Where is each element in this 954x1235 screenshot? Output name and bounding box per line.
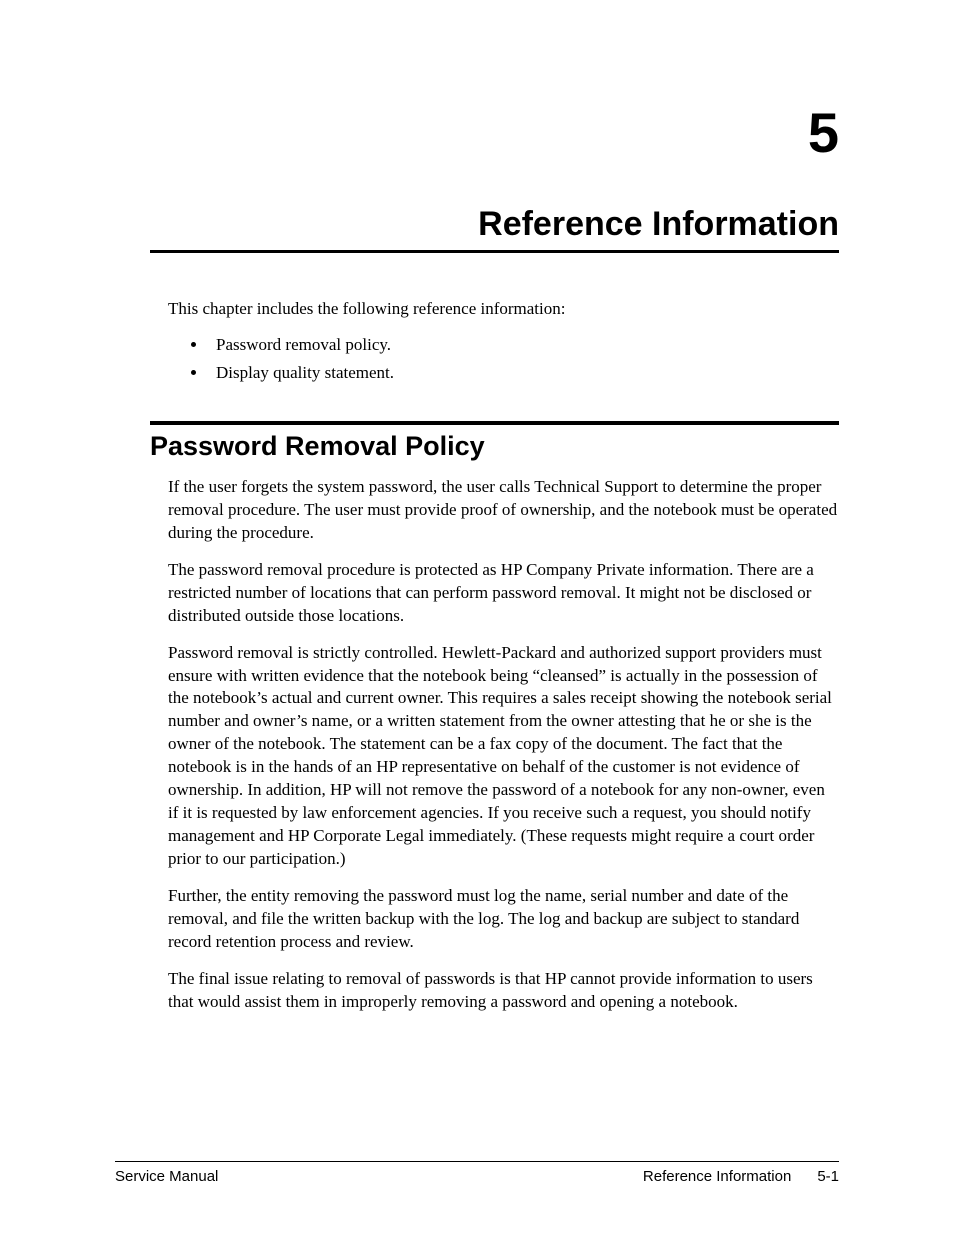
- body-paragraph: The password removal procedure is protec…: [168, 559, 839, 628]
- footer-row: Service Manual Reference Information 5-1: [115, 1168, 839, 1185]
- section-rule: [150, 421, 839, 425]
- footer-rule: [115, 1161, 839, 1162]
- intro-bullet-list: Password removal policy. Display quality…: [168, 335, 839, 391]
- list-item: Display quality statement.: [208, 363, 839, 383]
- body-paragraph: If the user forgets the system password,…: [168, 476, 839, 545]
- section-heading: Password Removal Policy: [150, 431, 839, 462]
- intro-text: This chapter includes the following refe…: [168, 298, 839, 321]
- document-page: 5 Reference Information This chapter inc…: [0, 0, 954, 1235]
- footer-center: Reference Information: [643, 1168, 791, 1185]
- body-paragraph: Further, the entity removing the passwor…: [168, 885, 839, 954]
- chapter-number: 5: [150, 100, 839, 165]
- page-footer: Service Manual Reference Information 5-1: [115, 1161, 839, 1185]
- title-rule: [150, 250, 839, 253]
- chapter-title: Reference Information: [150, 205, 839, 250]
- body-paragraph: The final issue relating to removal of p…: [168, 968, 839, 1014]
- list-item: Password removal policy.: [208, 335, 839, 355]
- footer-page-number: 5-1: [817, 1168, 839, 1185]
- body-paragraph: Password removal is strictly controlled.…: [168, 642, 839, 871]
- footer-left: Service Manual: [115, 1168, 218, 1185]
